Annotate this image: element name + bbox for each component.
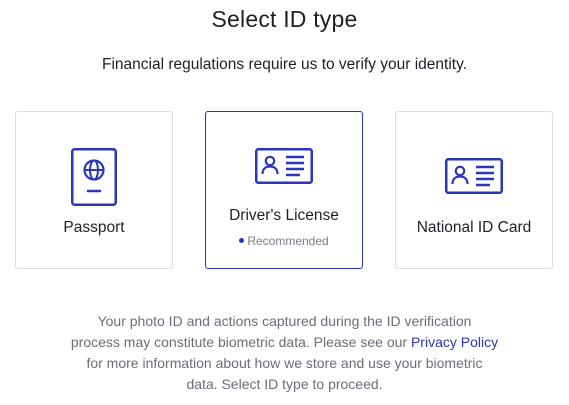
biometric-disclaimer: Your photo ID and actions captured durin… <box>50 311 519 395</box>
page-title: Select ID type <box>211 6 358 32</box>
disclaimer-line: Your photo ID and actions captured durin… <box>97 313 472 329</box>
id-card-icon <box>445 158 503 194</box>
id-option-label: Passport <box>63 219 125 236</box>
recommended-badge: Recommended <box>206 233 362 249</box>
disclaimer-line: data. Select ID type to proceed. <box>186 376 383 392</box>
id-card-icon <box>255 148 313 184</box>
recommended-label: Recommended <box>247 234 329 248</box>
privacy-policy-link[interactable]: Privacy Policy <box>411 334 498 350</box>
id-option-drivers-license[interactable]: Driver's License Recommended <box>205 111 363 269</box>
id-option-passport[interactable]: Passport <box>15 111 173 269</box>
disclaimer-line: process may constitute biometric data. P… <box>50 332 519 353</box>
dot-icon <box>239 238 245 244</box>
disclaimer-line: for more information about how we store … <box>86 355 483 371</box>
passport-icon <box>71 148 117 206</box>
id-option-label: National ID Card <box>416 219 532 236</box>
id-option-label: Driver's License <box>229 207 339 224</box>
page-subtitle: Financial regulations require us to veri… <box>102 56 467 73</box>
id-option-national-id-card[interactable]: National ID Card <box>395 111 553 269</box>
disclaimer-text: process may constitute biometric data. P… <box>70 334 411 350</box>
